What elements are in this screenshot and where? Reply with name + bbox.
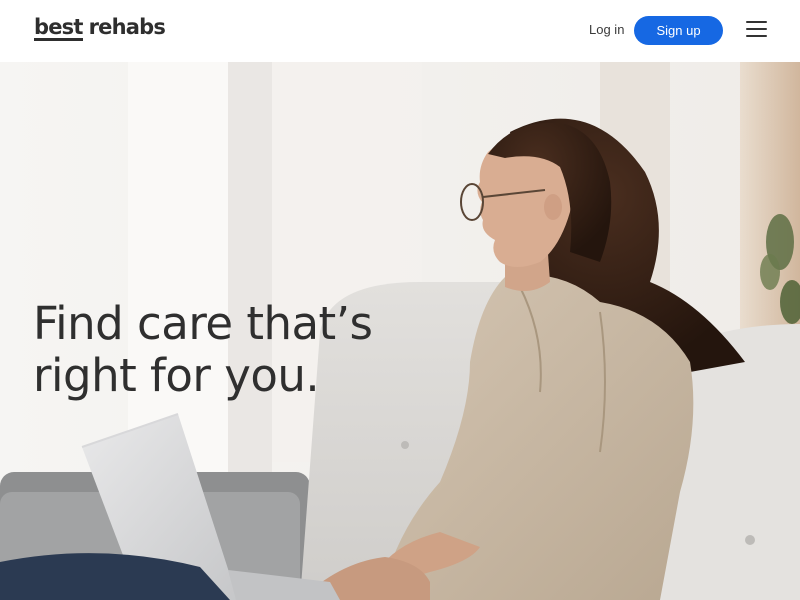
menu-bar	[746, 28, 767, 30]
menu-bar	[746, 35, 767, 37]
headline-line-1: Find care that’s	[33, 297, 373, 350]
menu-bar	[746, 21, 767, 23]
hero-section: Find care that’s right for you.	[0, 62, 800, 600]
logo-text-best: best	[34, 15, 83, 41]
hero-headline: Find care that’s right for you.	[33, 297, 373, 402]
login-link[interactable]: Log in	[589, 22, 624, 37]
signup-button[interactable]: Sign up	[634, 16, 723, 45]
site-logo[interactable]: best rehabs	[34, 15, 166, 41]
hamburger-menu-icon[interactable]	[746, 21, 767, 38]
site-header: best rehabs Log in Sign up	[0, 0, 800, 62]
headline-line-2: right for you.	[33, 349, 320, 402]
logo-text-rehabs: rehabs	[88, 15, 166, 39]
